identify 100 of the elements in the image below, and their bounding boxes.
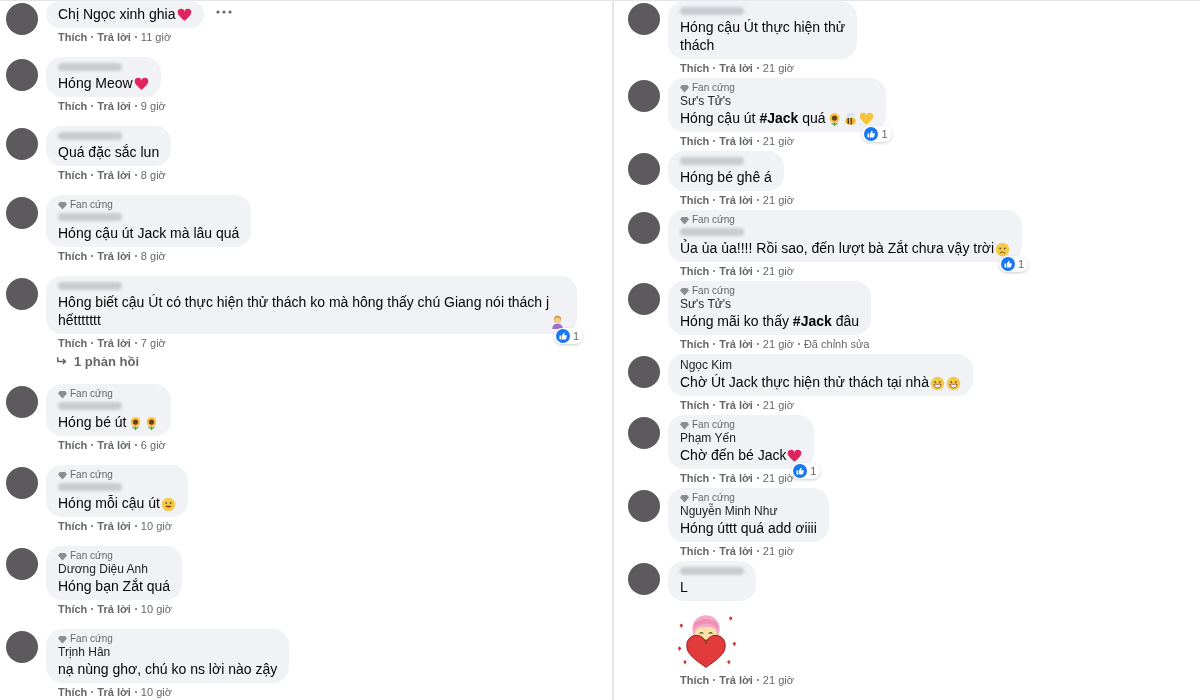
like-link[interactable]: Thích (680, 398, 710, 412)
avatar[interactable] (6, 631, 38, 663)
like-link[interactable]: Thích (680, 673, 710, 687)
fan-label: Fan cứng (70, 633, 113, 645)
like-link[interactable]: Thích (680, 61, 710, 75)
reply-link[interactable]: Trả lời (719, 398, 753, 412)
avatar[interactable] (628, 563, 660, 595)
fan-label: Fan cứng (70, 199, 113, 211)
reply-link[interactable]: Trả lời (719, 471, 753, 485)
comment-text: Hông biết cậu Út có thực hiện thử thách ko mà hông thấy chú Giang nói thách j hếttttttt (58, 293, 550, 329)
timestamp: 21 giờ (762, 61, 794, 75)
reply-link[interactable]: Trả lời (719, 264, 753, 278)
reply-link[interactable]: Trả lời (719, 544, 753, 558)
timestamp: 21 giờ (762, 544, 794, 558)
avatar[interactable] (628, 212, 660, 244)
commenter-name[interactable]: Sư's Tử's (680, 94, 874, 109)
timestamp: 10 giờ (140, 519, 172, 533)
avatar[interactable] (6, 548, 38, 580)
like-link[interactable]: Thích (58, 168, 88, 182)
reply-link[interactable]: Trả lời (97, 99, 131, 113)
avatar[interactable] (628, 80, 660, 112)
commenter-name[interactable]: Nguyễn Minh Như (680, 504, 817, 519)
reply-link[interactable]: Trả lời (97, 685, 131, 699)
reply-link[interactable]: Trả lời (97, 438, 131, 452)
avatar[interactable] (6, 3, 38, 35)
avatar[interactable] (6, 467, 38, 499)
reply-link[interactable]: Trả lời (719, 61, 753, 75)
like-link[interactable]: Thích (680, 264, 710, 278)
like-link[interactable]: Thích (680, 193, 710, 207)
avatar[interactable] (6, 197, 38, 229)
comment-text: Hóng mãi ko thấy #Jack đâu (680, 312, 860, 330)
like-link[interactable]: Thích (680, 134, 710, 148)
comment-text: Ủa ủa ủa!!!! Rồi sao, đến lượt bà Zắt chưa vậy trời (680, 239, 995, 257)
avatar[interactable] (6, 386, 38, 418)
like-link[interactable]: Thích (680, 544, 710, 558)
diamond-icon (680, 83, 689, 93)
diamond-icon (58, 551, 67, 561)
like-link[interactable]: Thích (58, 99, 88, 113)
avatar[interactable] (6, 128, 38, 160)
reaction-count[interactable]: 1 (862, 126, 892, 142)
reply-link[interactable]: Trả lời (719, 134, 753, 148)
comment-text: Hóng bé út (58, 413, 127, 431)
reply-link[interactable]: Trả lời (719, 673, 753, 687)
diamond-icon (680, 420, 689, 430)
avatar[interactable] (628, 490, 660, 522)
diamond-icon (58, 389, 67, 399)
diamond-icon (58, 200, 67, 210)
reaction-count[interactable]: 1 (999, 256, 1029, 272)
reply-link[interactable]: Trả lời (97, 168, 131, 182)
comment-text: Hóng úttt quá add ơiiii (680, 519, 817, 537)
fan-label: Fan cứng (70, 469, 113, 481)
reaction-count[interactable]: 1 (554, 328, 584, 344)
avatar[interactable] (628, 3, 660, 35)
comment-text: Chờ Út Jack thực hiện thử thách tại nhà (680, 373, 929, 391)
timestamp: 21 giờ (762, 471, 794, 485)
timestamp: 10 giờ (140, 602, 172, 616)
timestamp: 21 giờ (762, 134, 794, 148)
timestamp: 9 giờ (140, 99, 166, 113)
comment-text: Hóng bé ghê á (680, 168, 772, 186)
reply-link[interactable]: Trả lời (97, 30, 131, 44)
timestamp: 21 giờ (762, 264, 794, 278)
reply-link[interactable]: Trả lời (97, 336, 131, 350)
like-link[interactable]: Thích (58, 249, 88, 263)
thumbs-up-icon (556, 329, 571, 343)
comment-text: Chờ đến bé Jack (680, 446, 787, 464)
reply-link[interactable]: Trả lời (719, 193, 753, 207)
fan-label: Fan cứng (692, 82, 735, 94)
timestamp: 10 giờ (140, 685, 172, 699)
reply-link[interactable]: Trả lời (97, 249, 131, 263)
commenter-name[interactable]: Phạm Yến (680, 431, 803, 446)
like-link[interactable]: Thích (680, 337, 710, 351)
like-link[interactable]: Thích (58, 685, 88, 699)
like-link[interactable]: Thích (58, 30, 88, 44)
like-link[interactable]: Thích (58, 519, 88, 533)
commenter-name[interactable]: Trịnh Hân (58, 645, 278, 660)
timestamp: 11 giờ (140, 30, 172, 44)
timestamp: 21 giờ (762, 337, 794, 351)
reply-link[interactable]: Trả lời (97, 602, 131, 616)
fan-label: Fan cứng (692, 492, 735, 504)
fan-label: Fan cứng (70, 388, 113, 400)
avatar[interactable] (6, 278, 38, 310)
thumbs-up-icon (793, 464, 808, 478)
avatar[interactable] (628, 153, 660, 185)
avatar[interactable] (628, 356, 660, 388)
diamond-icon (58, 470, 67, 480)
avatar[interactable] (628, 417, 660, 449)
commenter-name[interactable]: Dương Diệu Anh (58, 562, 171, 577)
avatar[interactable] (628, 283, 660, 315)
reply-link[interactable]: Trả lời (97, 519, 131, 533)
commenter-name[interactable]: Ngọc Kim (680, 358, 961, 373)
commenter-name[interactable]: Sư's Tử's (680, 297, 860, 312)
like-link[interactable]: Thích (58, 438, 88, 452)
comment-text: Hóng bạn Zắt quá (58, 577, 171, 595)
comment-text: Hóng mỗi cậu út (58, 494, 160, 512)
view-replies-link[interactable]: 1 phản hồi (74, 354, 139, 369)
like-link[interactable]: Thích (680, 471, 710, 485)
reply-link[interactable]: Trả lời (719, 337, 753, 351)
avatar[interactable] (6, 59, 38, 91)
like-link[interactable]: Thích (58, 336, 88, 350)
like-link[interactable]: Thích (58, 602, 88, 616)
